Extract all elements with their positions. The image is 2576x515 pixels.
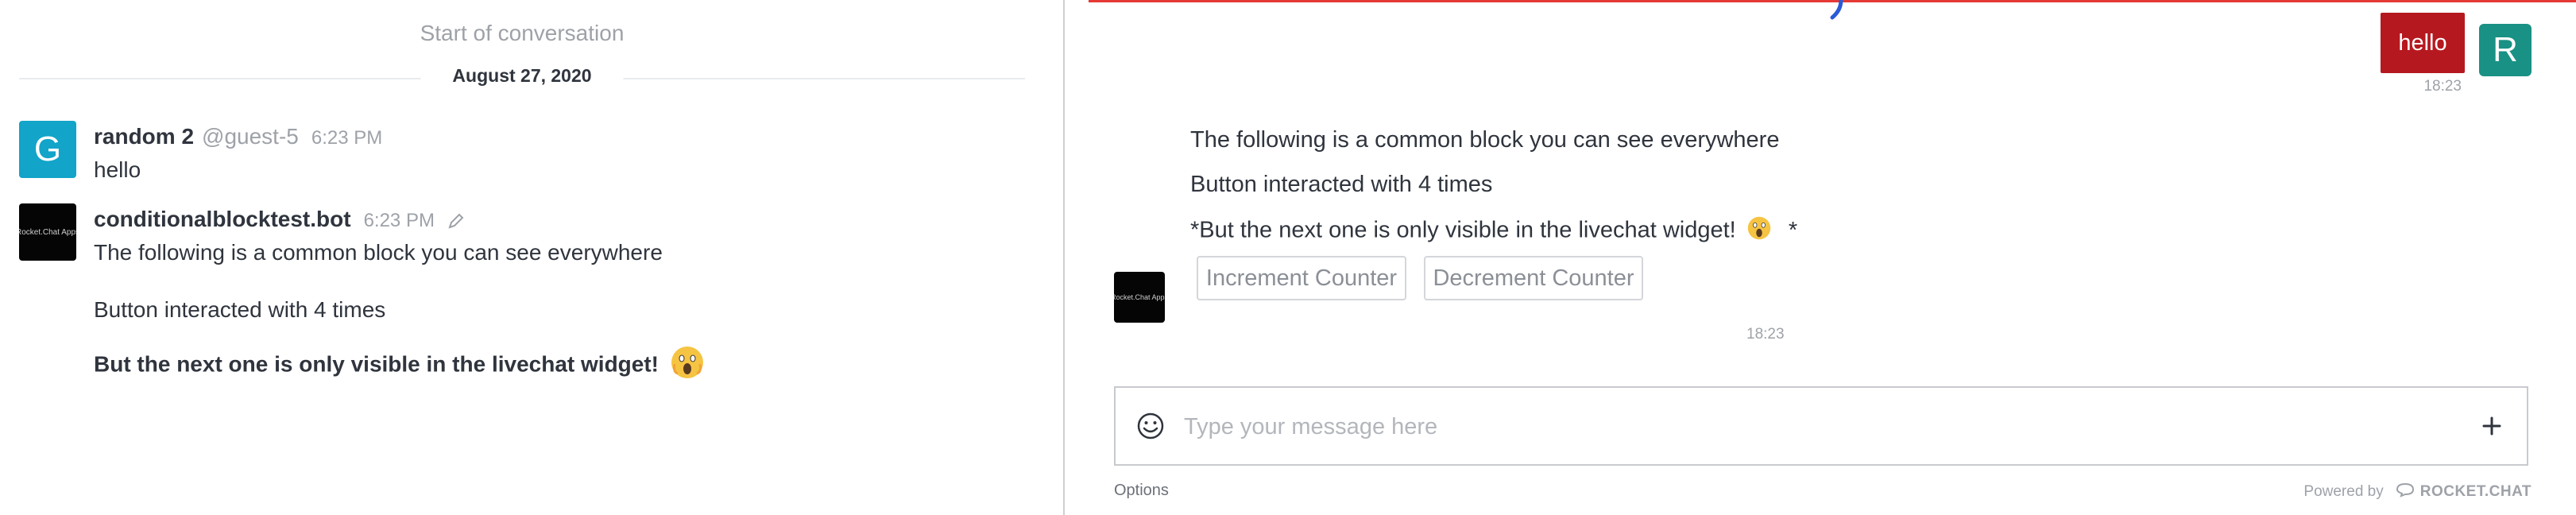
rocketchat-logo[interactable]: ROCKET.CHAT (2395, 482, 2532, 502)
message-line: Button interacted with 4 times (94, 297, 386, 322)
smile-icon[interactable] (1136, 412, 1165, 444)
bot-message-time: 18:23 (1746, 326, 1785, 343)
bot-message-line: *But the next one is only visible in the… (1190, 216, 1797, 246)
room-pane: Start of conversation August 27, 2020 G … (0, 0, 1063, 515)
powered-by: Powered by ROCKET.CHAT (2303, 482, 2532, 502)
trailing-asterisk: * (1788, 217, 1798, 243)
bot-message-line: Button interacted with 4 times (1190, 172, 1493, 197)
bold-text: But the next one is only visible in the … (94, 351, 659, 377)
date-label: August 27, 2020 (420, 65, 624, 87)
start-of-conversation: Start of conversation (420, 21, 625, 45)
bot-avatar[interactable]: Rocket.Chat Apps (19, 203, 76, 261)
bot-avatar: Rocket.Chat Apps (1114, 272, 1165, 323)
date-separator: August 27, 2020 (19, 65, 1025, 91)
increment-counter-button[interactable]: Increment Counter (1197, 256, 1406, 300)
message-composer (1114, 386, 2528, 466)
sender-username[interactable]: @guest-5 (202, 124, 299, 149)
options-link[interactable]: Options (1114, 482, 1169, 500)
livechat-only-text: *But the next one is only visible in the… (1190, 217, 1736, 243)
message-time: 6:23 PM (311, 127, 383, 149)
loading-spinner-icon (1829, 0, 1853, 26)
edit-pencil-icon (447, 212, 465, 234)
visitor-message-bubble: hello (2381, 13, 2465, 73)
powered-by-label: Powered by (2303, 483, 2384, 500)
brand-name: ROCKET.CHAT (2419, 483, 2532, 500)
avatar[interactable]: G (19, 121, 76, 178)
message-time: 6:23 PM (363, 210, 435, 231)
scream-emoji-icon (671, 347, 704, 378)
livechat-widget: hello R 18:23 The following is a common … (1065, 0, 2576, 515)
sender-name[interactable]: random 2 (94, 124, 194, 149)
visitor-message-time: 18:23 (2423, 78, 2462, 95)
decrement-counter-button[interactable]: Decrement Counter (1424, 256, 1643, 300)
message-input[interactable] (1182, 407, 2425, 447)
bot-message-line: The following is a common block you can … (1190, 127, 1780, 153)
message-line: The following is a common block you can … (94, 240, 663, 265)
rocketchat-logo-icon (2395, 482, 2415, 502)
sender-name[interactable]: conditionalblocktest.bot (94, 207, 351, 231)
message-header: random 2 @guest-5 6:23 PM (94, 124, 382, 149)
plus-icon[interactable] (2477, 412, 2506, 444)
message-header: conditionalblocktest.bot 6:23 PM (94, 207, 465, 234)
message-line-bold: But the next one is only visible in the … (94, 347, 704, 381)
scream-emoji-icon (1747, 216, 1771, 246)
message-text: hello (94, 157, 141, 182)
visitor-avatar: R (2479, 24, 2532, 76)
